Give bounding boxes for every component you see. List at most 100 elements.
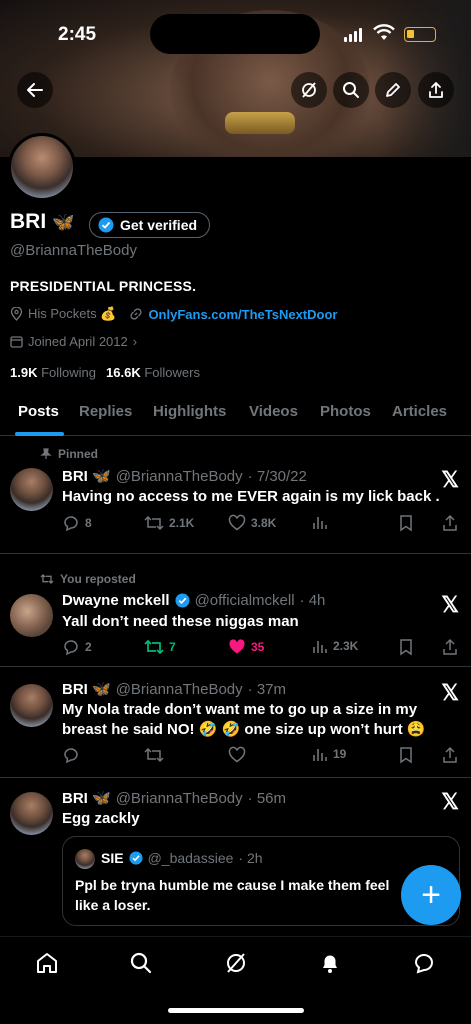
- repost-count: 2.1K: [169, 516, 195, 530]
- dynamic-island: [150, 14, 320, 54]
- post-context-label: Pinned: [58, 447, 99, 461]
- profile-joined-row[interactable]: Joined April 2012 ›: [10, 334, 137, 349]
- post-divider: [0, 553, 471, 554]
- followers-count: 16.6K: [106, 365, 141, 380]
- views-button[interactable]: 19: [312, 746, 346, 762]
- repost-button[interactable]: [144, 746, 164, 764]
- repost-icon: [144, 747, 164, 763]
- repost-button[interactable]: 7: [144, 638, 176, 656]
- search-button[interactable]: [333, 72, 369, 108]
- battery-icon: [404, 27, 436, 42]
- views-chart-icon: [313, 517, 327, 529]
- post-header: BRI 🦋 @BriannaTheBody · 56m: [62, 789, 286, 808]
- quoted-text: Ppl be tryna humble me cause I make them…: [75, 877, 390, 913]
- post-text: Egg zackly: [62, 810, 140, 827]
- avatar[interactable]: [10, 792, 53, 835]
- avatar[interactable]: [10, 468, 53, 511]
- grok-icon: [302, 82, 316, 98]
- profile-name-row: BRI 🦋: [10, 210, 75, 234]
- compose-post-button[interactable]: +: [401, 865, 461, 925]
- post-context: You reposted: [40, 572, 136, 586]
- post-context: Pinned: [40, 447, 98, 461]
- location-pin-icon: [10, 307, 23, 321]
- post-display-name[interactable]: BRI 🦋: [62, 789, 111, 807]
- heart-filled-icon: [229, 639, 245, 654]
- verified-badge-icon: [175, 593, 190, 608]
- share-icon: [443, 638, 457, 655]
- like-button[interactable]: 3.8K: [228, 514, 276, 532]
- tab-replies[interactable]: Replies: [79, 403, 132, 420]
- follow-stats: 1.9K Following 16.6K Followers: [10, 365, 200, 380]
- post-username: @BriannaTheBody: [115, 789, 243, 807]
- avatar[interactable]: [10, 594, 53, 637]
- like-count: 3.8K: [251, 516, 277, 530]
- tab-posts[interactable]: Posts: [18, 403, 59, 420]
- avatar[interactable]: [10, 684, 53, 727]
- post-time: · 56m: [247, 789, 286, 807]
- like-button[interactable]: 35: [228, 638, 264, 656]
- profile-bio: PRESIDENTIAL PRINCESS.: [10, 278, 197, 294]
- nav-search[interactable]: [127, 949, 155, 977]
- nav-grok[interactable]: [222, 949, 250, 977]
- bookmark-button[interactable]: [398, 514, 414, 532]
- reply-button[interactable]: 8: [62, 514, 92, 532]
- share-post-button[interactable]: [442, 746, 458, 764]
- reply-button[interactable]: [62, 746, 80, 764]
- bell-icon: [323, 955, 337, 973]
- search-icon: [130, 952, 152, 974]
- banner-photo-grill: [225, 112, 295, 134]
- quoted-header: SIE @_badassiee · 2h: [101, 850, 263, 866]
- post-username: @officialmckell: [194, 592, 295, 609]
- share-post-button[interactable]: [442, 514, 458, 532]
- post-text: My Nola trade don’t want me to go up a s…: [62, 701, 426, 738]
- back-arrow-icon: [27, 83, 43, 97]
- followers-link[interactable]: 16.6K Followers: [106, 365, 200, 380]
- profile-meta-row: His Pockets 💰 OnlyFans.com/TheTsNextDoor: [10, 306, 337, 322]
- quoted-username: @_badassiee: [147, 850, 234, 866]
- post-display-name[interactable]: BRI 🦋: [62, 467, 111, 485]
- back-button[interactable]: [17, 72, 53, 108]
- get-verified-label: Get verified: [120, 217, 198, 233]
- post-context-label: You reposted: [60, 572, 136, 586]
- tab-videos[interactable]: Videos: [249, 403, 298, 420]
- views-button[interactable]: [312, 514, 328, 530]
- post-display-name[interactable]: BRI 🦋: [62, 680, 111, 698]
- get-verified-button[interactable]: Get verified: [89, 212, 211, 238]
- tab-photos[interactable]: Photos: [320, 403, 371, 420]
- reply-count: 8: [85, 516, 92, 530]
- profile-website-link[interactable]: OnlyFans.com/TheTsNextDoor: [148, 307, 337, 322]
- messages-icon: [414, 954, 433, 974]
- views-button[interactable]: 2.3K: [312, 638, 358, 654]
- reply-count: 2: [85, 640, 92, 654]
- share-button[interactable]: [418, 72, 454, 108]
- grok-button[interactable]: [291, 72, 327, 108]
- nav-notifications[interactable]: [316, 949, 344, 977]
- following-link[interactable]: 1.9K Following: [10, 365, 96, 380]
- repost-button[interactable]: 2.1K: [144, 514, 194, 532]
- nav-home[interactable]: [33, 949, 61, 977]
- quoted-time: · 2h: [238, 850, 263, 866]
- tab-highlights[interactable]: Highlights: [153, 403, 226, 420]
- like-button[interactable]: [228, 746, 246, 764]
- post-display-name[interactable]: Dwayne mckell: [62, 592, 170, 609]
- post-header: BRI 🦋 @BriannaTheBody · 7/30/22: [62, 467, 307, 486]
- bookmark-button[interactable]: [398, 746, 414, 764]
- post-header: BRI 🦋 @BriannaTheBody · 37m: [62, 680, 286, 699]
- bookmark-icon: [400, 747, 412, 764]
- link-icon: [130, 308, 142, 320]
- profile-joined: Joined April 2012: [28, 334, 128, 349]
- reply-button[interactable]: 2: [62, 638, 92, 656]
- quoted-post[interactable]: SIE @_badassiee · 2h Ppl be tryna humble…: [62, 836, 460, 926]
- bookmark-button[interactable]: [398, 638, 414, 656]
- reply-icon: [64, 516, 78, 532]
- profile-handle: @BriannaTheBody: [10, 242, 137, 259]
- share-post-button[interactable]: [442, 638, 458, 656]
- views-chart-icon: [313, 749, 327, 761]
- nav-messages[interactable]: [410, 949, 438, 977]
- post-divider: [0, 777, 471, 778]
- pin-icon: [40, 448, 52, 459]
- profile-avatar[interactable]: [8, 133, 76, 201]
- edit-button[interactable]: [375, 72, 411, 108]
- tab-articles[interactable]: Articles: [392, 403, 447, 420]
- active-tab-indicator: [15, 432, 64, 436]
